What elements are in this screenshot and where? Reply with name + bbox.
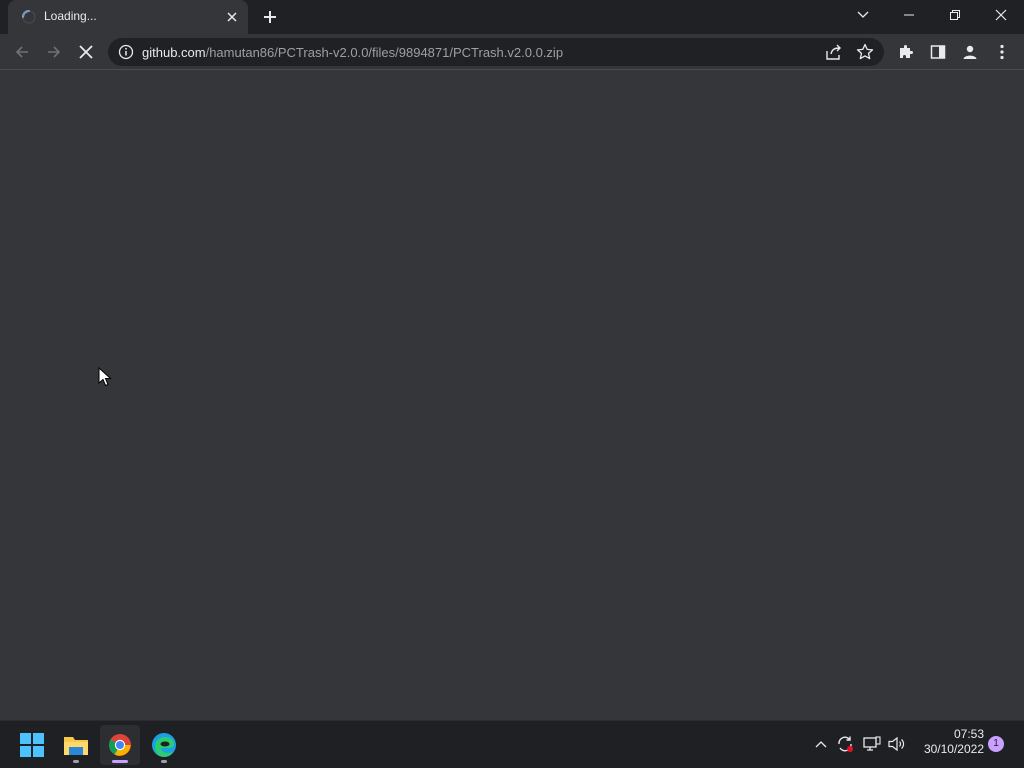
volume-icon [888,736,905,752]
active-indicator [112,760,128,763]
close-icon [995,9,1007,21]
start-button[interactable] [12,725,52,765]
person-icon [963,45,977,59]
running-indicator [73,760,79,763]
stop-loading-button[interactable] [72,38,100,66]
url-host: github.com [142,45,206,60]
loading-spinner-icon [22,10,36,24]
arrow-right-icon [48,46,61,58]
restore-icon [950,10,960,20]
browser-tab[interactable]: Loading... [8,0,248,34]
arrow-left-icon [15,46,28,58]
tab-search-button[interactable] [840,0,886,30]
side-panel-button[interactable] [924,38,952,66]
taskbar-file-explorer[interactable] [56,725,96,765]
minimize-icon [904,14,914,16]
tab-close-button[interactable] [222,7,242,27]
browser-toolbar: github.com/hamutan86/PCTrash-v2.0.0/file… [0,34,1024,70]
chrome-menu-button[interactable] [988,38,1016,66]
taskbar-edge[interactable] [144,725,184,765]
puzzle-icon [900,45,913,58]
mouse-cursor-icon [98,367,112,387]
url-path: /hamutan86/PCTrash-v2.0.0/files/9894871/… [205,45,564,60]
side-panel-icon [930,45,946,59]
volume-tray-button[interactable] [886,733,908,755]
url-text[interactable]: github.com/hamutan86/PCTrash-v2.0.0/file… [142,45,563,60]
network-tray-button[interactable] [861,733,883,755]
plus-icon [264,11,276,23]
close-icon [227,12,237,22]
windows-taskbar: 07:53 30/10/2022 1 [0,720,1024,768]
tab-title: Loading... [44,9,97,23]
address-bar[interactable]: github.com/hamutan86/PCTrash-v2.0.0/file… [108,38,884,66]
sync-tray-button[interactable] [834,733,856,755]
windows-start-icon [20,733,44,757]
chevron-down-icon [857,11,869,18]
clock-date: 30/10/2022 [923,742,984,756]
clock-time: 07:53 [953,727,984,741]
file-explorer-icon [64,737,88,755]
show-hidden-icons-button[interactable] [810,733,832,755]
profile-button[interactable] [956,38,984,66]
back-button[interactable] [8,38,36,66]
page-content [0,71,1024,720]
running-indicator [161,760,167,763]
chevron-up-icon [815,741,827,748]
sync-icon [838,736,853,752]
chrome-icon [109,734,131,756]
kebab-menu-icon [1000,44,1004,60]
notification-badge[interactable]: 1 [988,736,1004,752]
info-icon[interactable] [118,44,134,60]
bookmark-star-icon[interactable] [856,43,874,61]
forward-button[interactable] [40,38,68,66]
restore-button[interactable] [932,0,978,30]
clock[interactable]: 07:53 30/10/2022 [914,727,984,763]
taskbar-chrome[interactable] [100,725,140,765]
close-icon [79,45,93,59]
share-icon[interactable] [824,43,844,61]
edge-icon [152,733,176,757]
extensions-button[interactable] [892,38,920,66]
new-tab-button[interactable] [258,5,282,29]
minimize-button[interactable] [886,0,932,30]
network-icon [863,736,881,751]
tab-strip: Loading... [0,0,1024,34]
window-close-button[interactable] [978,0,1024,30]
